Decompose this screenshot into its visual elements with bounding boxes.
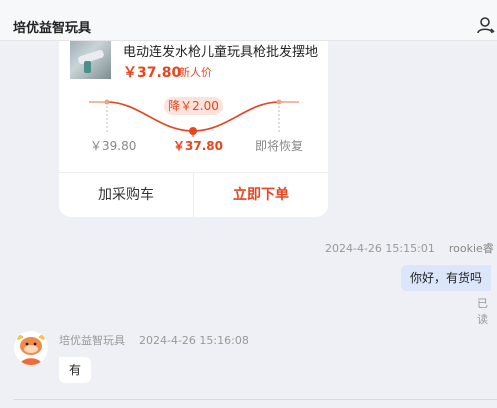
bull-mascot-icon [14, 331, 48, 365]
message-timestamp: 2024-4-26 15:16:08 [139, 334, 249, 347]
input-divider [13, 399, 497, 400]
product-thumbnail[interactable] [70, 41, 111, 79]
seller-avatar[interactable] [14, 331, 48, 365]
product-price: ￥37.80 [123, 65, 182, 81]
restore-label: 即将恢复 [255, 139, 304, 153]
outgoing-message-meta: 2024-4-26 15:15:01 rookie睿 [325, 240, 494, 256]
product-name[interactable]: 电动连发水枪儿童玩具枪批发摆地 [123, 41, 325, 60]
sender-name: rookie睿 [448, 242, 494, 255]
price-tag: 新人价 [179, 66, 212, 79]
message-timestamp: 2024-4-26 15:15:01 [325, 242, 435, 255]
water-gun-shape [77, 49, 105, 65]
add-to-cart-button[interactable]: 加采购车 [59, 173, 193, 217]
outgoing-message-bubble[interactable]: 你好，有货吗 [401, 265, 492, 291]
buy-now-button[interactable]: 立即下单 [194, 173, 328, 217]
read-status: 已读 [477, 297, 488, 326]
price-drop-badge: 降￥2.00 [164, 97, 223, 115]
product-card[interactable]: 电动连发水枪儿童玩具枪批发摆地 ￥37.80 新人价 降￥2.00 ￥39.80… [59, 41, 328, 217]
user-icon[interactable] [477, 16, 497, 36]
water-gun-grip [84, 61, 91, 73]
chat-header: 培优益智玩具 [0, 0, 497, 41]
sender-name: 培优益智玩具 [59, 334, 125, 347]
price-before-label: ￥39.80 [90, 139, 137, 153]
incoming-message-meta: 培优益智玩具 2024-4-26 15:16:08 [59, 332, 249, 348]
price-now-label: ￥37.80 [173, 139, 223, 153]
chat-title: 培优益智玩具 [13, 21, 92, 36]
incoming-message-bubble[interactable]: 有 [59, 357, 92, 383]
